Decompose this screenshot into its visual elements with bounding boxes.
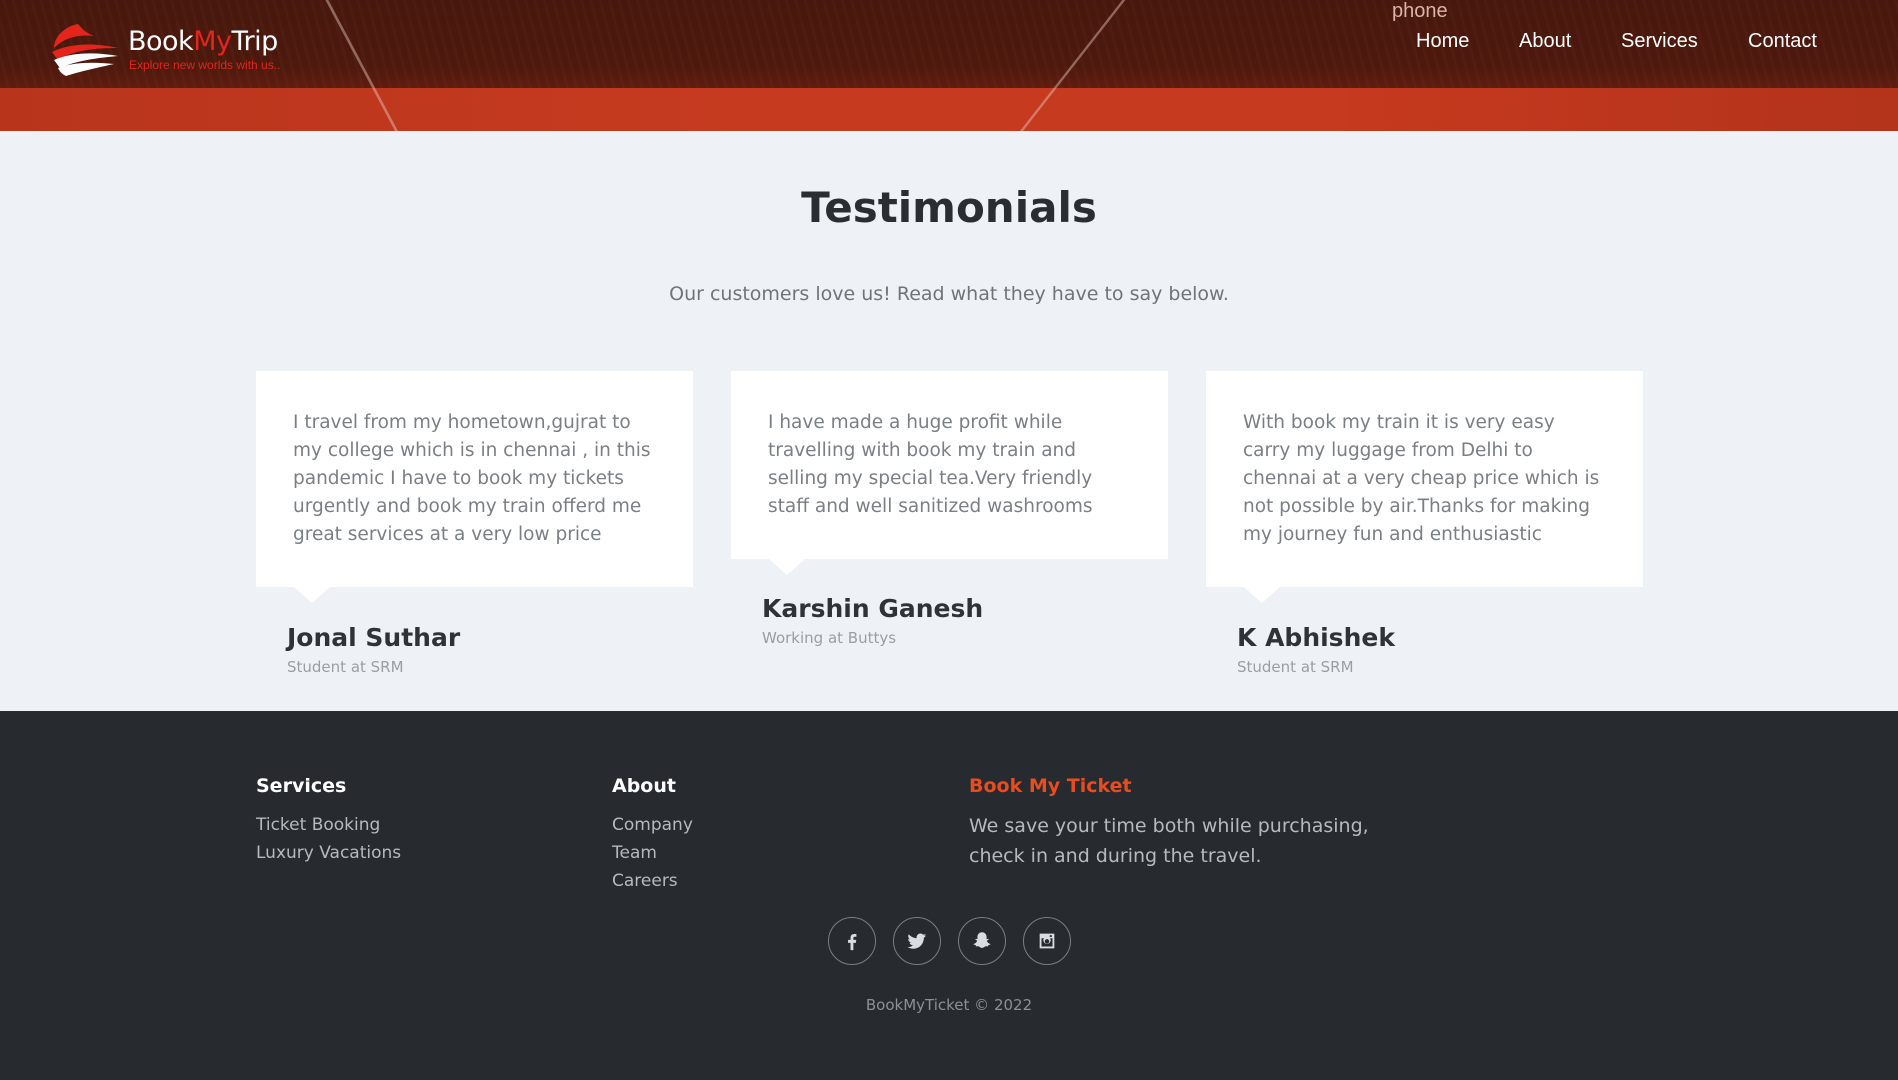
twitter-icon[interactable] [893, 917, 941, 965]
author-name: Karshin Ganesh [762, 594, 984, 623]
footer-link-company[interactable]: Company [612, 811, 693, 839]
testimonial-author: Karshin Ganesh Working at Buttys [762, 594, 983, 647]
logo[interactable]: BookMyTrip Explore new worlds with us.. [48, 18, 338, 80]
phone-label: phone [1392, 0, 1448, 22]
testimonial-text: I travel from my hometown,gujrat to my c… [293, 412, 651, 545]
testimonial-author: K Abhishek Student at SRM [1237, 623, 1395, 676]
brand-tagline: Explore new worlds with us.. [129, 58, 281, 72]
section-title: Testimonials [801, 183, 1097, 232]
testimonials-section: Testimonials Our customers love us! Read… [0, 131, 1898, 711]
testimonial-card: I travel from my hometown,gujrat to my c… [256, 371, 693, 603]
author-role: Student at SRM [1237, 658, 1354, 676]
testimonial-text: With book my train it is very easy carry… [1243, 412, 1600, 545]
nav-services[interactable]: Services [1621, 30, 1698, 53]
nav-home[interactable]: Home [1416, 30, 1469, 53]
social-links [828, 917, 1074, 965]
author-name: K Abhishek [1237, 623, 1395, 652]
logo-swoosh-icon [52, 24, 118, 76]
header-band [0, 88, 1898, 131]
snapchat-icon[interactable] [958, 917, 1006, 965]
footer-link-careers[interactable]: Careers [612, 867, 693, 895]
section-subtitle: Our customers love us! Read what they ha… [669, 283, 1229, 305]
footer-link-team[interactable]: Team [612, 839, 693, 867]
testimonial-text: I have made a huge profit while travelli… [768, 412, 1093, 517]
footer-about-column: About Company Team Careers [612, 775, 693, 895]
footer-link-luxury-vacations[interactable]: Luxury Vacations [256, 839, 401, 867]
footer-services-column: Services Ticket Booking Luxury Vacations [256, 775, 401, 867]
site-footer: Services Ticket Booking Luxury Vacations… [0, 711, 1898, 1080]
testimonial-author: Jonal Suthar Student at SRM [287, 623, 460, 676]
brand-name: BookMyTrip [128, 26, 278, 57]
footer-heading-about: About [612, 775, 676, 797]
site-header: BookMyTrip Explore new worlds with us.. … [0, 0, 1898, 131]
footer-brand-text: We save your time both while purchasing,… [969, 815, 1369, 867]
author-role: Student at SRM [287, 658, 404, 676]
footer-link-ticket-booking[interactable]: Ticket Booking [256, 811, 401, 839]
footer-heading-services: Services [256, 775, 347, 797]
footer-brand-heading: Book My Ticket [969, 775, 1132, 797]
instagram-icon[interactable] [1023, 917, 1071, 965]
facebook-icon[interactable] [828, 917, 876, 965]
copyright: BookMyTicket © 2022 [865, 996, 1033, 1014]
nav-contact[interactable]: Contact [1748, 30, 1817, 53]
author-role: Working at Buttys [762, 629, 897, 647]
testimonial-card: I have made a huge profit while travelli… [731, 371, 1168, 575]
nav-about[interactable]: About [1519, 30, 1571, 53]
footer-brand-column: Book My Ticket We save your time both wh… [969, 775, 1389, 871]
author-name: Jonal Suthar [287, 623, 461, 652]
testimonial-card: With book my train it is very easy carry… [1206, 371, 1643, 603]
